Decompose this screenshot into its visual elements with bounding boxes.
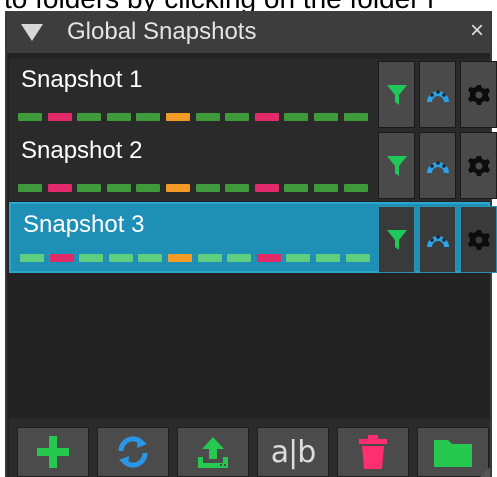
sync-icon: [118, 436, 148, 468]
parameter-dash-green: [106, 113, 131, 121]
settings-button[interactable]: [460, 61, 497, 128]
filter-icon: [386, 155, 407, 176]
trash-icon: [359, 435, 387, 469]
gear-icon: [467, 155, 490, 176]
parameter-dash-green: [77, 113, 102, 121]
delete-button[interactable]: [337, 427, 409, 477]
parameter-dash-green: [138, 254, 163, 262]
filter-icon: [386, 84, 407, 105]
export-button[interactable]: [177, 427, 249, 477]
parameter-dash-pink: [49, 254, 74, 262]
parameter-dash-green: [286, 254, 311, 262]
parameter-dash-green: [345, 254, 370, 262]
parameter-dash-pink: [254, 184, 279, 192]
parameter-dash-pink: [256, 254, 281, 262]
sync-button[interactable]: [97, 427, 169, 477]
parameter-dash-green: [195, 113, 220, 121]
parameter-dash-green: [225, 184, 250, 192]
parameter-dash-green: [284, 184, 309, 192]
settings-button[interactable]: [460, 132, 497, 199]
parameter-dash-green: [108, 254, 133, 262]
panel-titlebar: Global Snapshots ×: [7, 11, 490, 53]
parameter-dash-green: [79, 254, 104, 262]
morph-icon: [426, 160, 449, 173]
parameter-dash-green: [225, 113, 250, 121]
morph-icon: [426, 234, 449, 247]
snapshot-parameter-strip: [18, 113, 373, 121]
snapshot-parameter-strip: [18, 184, 373, 192]
gear-icon: [467, 84, 490, 105]
parameter-dash-pink: [47, 113, 72, 121]
morph-icon: [426, 89, 449, 102]
parameter-dash-green: [18, 113, 42, 121]
parameter-dash-green: [195, 184, 220, 192]
morph-button[interactable]: [419, 61, 456, 128]
morph-button[interactable]: [419, 206, 456, 273]
morph-button[interactable]: [419, 132, 456, 199]
parameter-dash-green: [284, 113, 309, 121]
add-snapshot-button[interactable]: [17, 427, 89, 477]
filter-button[interactable]: [378, 132, 415, 199]
filter-button[interactable]: [378, 206, 415, 273]
parameter-dash-orange: [166, 113, 190, 121]
collapse-triangle-icon[interactable]: [21, 24, 43, 41]
settings-button[interactable]: [460, 206, 497, 273]
parameter-dash-green: [314, 113, 338, 121]
gear-icon: [467, 229, 490, 250]
snapshot-name: Snapshot 2: [21, 137, 143, 164]
filter-icon: [386, 229, 407, 250]
parameter-dash-green: [316, 254, 340, 262]
parameter-dash-pink: [254, 113, 279, 121]
parameter-dash-green: [227, 254, 252, 262]
snapshot-row[interactable]: Snapshot 2: [9, 130, 497, 201]
parameter-dash-green: [314, 184, 338, 192]
snapshot-name: Snapshot 3: [23, 211, 145, 238]
parameter-dash-pink: [47, 184, 72, 192]
global-snapshots-panel: Global Snapshots × Snapshot 1 Snapshot 2…: [5, 11, 497, 477]
open-folder-button[interactable]: [417, 427, 489, 477]
parameter-dash-green: [343, 184, 368, 192]
close-icon[interactable]: ×: [470, 17, 484, 45]
snapshot-parameter-strip: [20, 254, 375, 262]
snapshot-row-selected[interactable]: Snapshot 3: [9, 202, 497, 273]
parameter-dash-green: [18, 184, 42, 192]
folder-icon: [434, 440, 472, 467]
add-icon: [37, 436, 69, 468]
parameter-dash-green: [197, 254, 222, 262]
rename-ab-icon: a|b: [270, 434, 317, 470]
export-icon: [198, 437, 228, 468]
parameter-dash-orange: [166, 184, 190, 192]
parameter-dash-green: [20, 254, 44, 262]
snapshot-name: Snapshot 1: [21, 66, 143, 93]
parameter-dash-green: [136, 184, 161, 192]
parameter-dash-green: [136, 113, 161, 121]
parameter-dash-orange: [168, 254, 192, 262]
parameter-dash-green: [343, 113, 368, 121]
parameter-dash-green: [106, 184, 131, 192]
panel-title: Global Snapshots: [67, 18, 257, 45]
snapshot-toolbar: a|b: [9, 419, 490, 477]
resize-grip[interactable]: [480, 467, 490, 477]
snapshot-row[interactable]: Snapshot 1: [9, 59, 497, 130]
parameter-dash-green: [77, 184, 102, 192]
filter-button[interactable]: [378, 61, 415, 128]
rename-button[interactable]: a|b: [257, 427, 329, 477]
